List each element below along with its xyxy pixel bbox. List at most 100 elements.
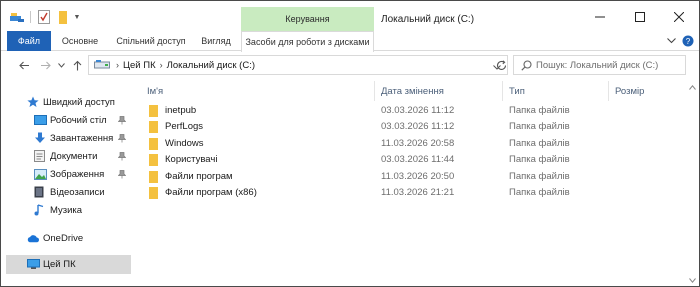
tab-drive-tools[interactable]: Засоби для роботи з дисками [241,31,374,52]
explorer-window: ▼ Керування Локальний диск (C:) Файл Осн… [0,0,700,287]
scroll-up-icon[interactable] [689,82,696,93]
file-type: Папка файлів [509,121,570,132]
search-box[interactable] [513,55,686,75]
nav-item-label: Музика [50,204,83,216]
folder-icon [149,121,158,136]
file-name: Файли програм (x86) [165,187,257,198]
nav-item-label: Зображення [50,168,105,180]
folder-icon [149,105,158,120]
file-name: Windows [165,138,204,149]
file-type: Папка файлів [509,105,570,116]
onedrive-icon [27,234,40,243]
file-row[interactable]: Windows 11.03.2026 20:58 Папка файлів [141,136,686,152]
explorer-app-icon[interactable] [8,9,26,25]
tab-view[interactable]: Вигляд [195,31,237,51]
up-button[interactable] [69,57,85,73]
file-type: Папка файлів [509,138,570,149]
forward-button[interactable] [37,57,53,73]
file-name: PerfLogs [165,121,204,132]
file-row[interactable]: Користувачі 03.03.2026 11:44 Папка файлі… [141,152,686,168]
star-icon [27,96,40,108]
expand-ribbon-icon[interactable] [664,35,678,47]
svg-text:?: ? [686,37,691,46]
pictures-icon [34,168,47,180]
nav-item-videos[interactable]: Відеозаписи [1,183,131,201]
nav-item-onedrive[interactable]: OneDrive [1,229,131,247]
minimize-button[interactable] [586,7,614,27]
search-input[interactable] [536,59,676,71]
music-icon [34,204,47,216]
column-header-name[interactable]: Ім'я [141,81,375,101]
breadcrumb-this-pc[interactable]: Цей ПК [123,60,156,71]
nav-item-label: Швидкий доступ [43,96,115,108]
file-row[interactable]: Файли програм (x86) 11.03.2026 21:21 Пап… [141,185,686,201]
nav-item-label: Документи [50,150,98,162]
file-row[interactable]: Файли програм 11.03.2026 20:50 Папка фай… [141,169,686,185]
tab-file[interactable]: Файл [7,31,51,51]
nav-item-music[interactable]: Музика [1,201,131,219]
close-button[interactable] [665,7,693,27]
address-bar[interactable]: › Цей ПК › Локальний диск (C:) [88,55,508,75]
this-pc-icon [27,259,40,270]
pin-icon [117,151,127,161]
breadcrumb-chevron-icon: › [116,60,119,70]
nav-item-downloads[interactable]: Завантаження [1,129,131,147]
navigation-pane: Швидкий доступ Робочий стіл Завантаження [1,79,136,286]
file-row[interactable]: inetpub 03.03.2026 11:12 Папка файлів [141,103,686,119]
file-date: 03.03.2026 11:12 [381,121,455,132]
column-header-date[interactable]: Дата змінення [375,81,503,101]
nav-item-quick-access[interactable]: Швидкий доступ [1,93,131,111]
new-folder-icon[interactable] [56,9,70,25]
nav-item-label: Відеозаписи [50,186,105,198]
file-date: 11.03.2026 21:21 [381,187,455,198]
vertical-scrollbar[interactable] [686,79,698,286]
tab-home[interactable]: Основне [55,31,105,51]
nav-item-label: Робочий стіл [50,114,107,126]
breadcrumb-local-disk[interactable]: Локальний диск (C:) [167,60,255,71]
column-header-type[interactable]: Тип [503,81,609,101]
file-type: Папка файлів [509,171,570,182]
folder-icon [149,154,158,169]
documents-icon [34,150,47,162]
pin-icon [117,115,127,125]
file-list: Ім'я Дата змінення Тип Розмір inetpub 03… [141,79,686,279]
file-name: Користувачі [165,154,218,165]
nav-item-this-pc[interactable]: Цей ПК [6,255,131,274]
file-date: 11.03.2026 20:58 [381,138,455,149]
breadcrumb-chevron-icon: › [159,60,163,70]
help-icon[interactable]: ? [681,35,695,47]
download-icon [34,132,47,144]
quick-access-separator [30,11,31,23]
file-name: inetpub [165,105,197,116]
videos-icon [34,186,47,198]
file-type: Папка файлів [509,154,570,165]
nav-item-desktop[interactable]: Робочий стіл [1,111,131,129]
nav-item-documents[interactable]: Документи [1,147,131,165]
drive-icon [94,59,110,71]
refresh-button[interactable] [493,57,509,73]
pin-icon [117,133,127,143]
column-header-size[interactable]: Розмір [609,81,686,101]
folder-icon [149,187,158,202]
maximize-button[interactable] [626,7,654,27]
folder-icon [149,138,158,153]
title-bar: ▼ Керування Локальний диск (C:) [1,1,699,31]
properties-icon[interactable] [36,9,52,25]
file-type: Папка файлів [509,187,570,198]
contextual-tab-group: Керування [241,7,374,31]
search-icon [521,60,532,74]
pin-icon [117,169,127,179]
customize-quick-access-icon[interactable]: ▼ [72,9,82,25]
scroll-down-icon[interactable] [689,275,696,286]
recent-locations-icon[interactable] [56,57,66,73]
desktop-icon [34,115,47,125]
file-date: 03.03.2026 11:12 [381,105,455,116]
nav-item-label: Завантаження [50,132,114,144]
folder-icon [149,171,158,186]
nav-item-pictures[interactable]: Зображення [1,165,131,183]
tab-share[interactable]: Спільний доступ [111,31,191,51]
file-row[interactable]: PerfLogs 03.03.2026 11:12 Папка файлів [141,119,686,135]
file-name: Файли програм [165,171,233,182]
nav-item-label: Цей ПК [43,259,76,270]
back-button[interactable] [16,57,32,73]
